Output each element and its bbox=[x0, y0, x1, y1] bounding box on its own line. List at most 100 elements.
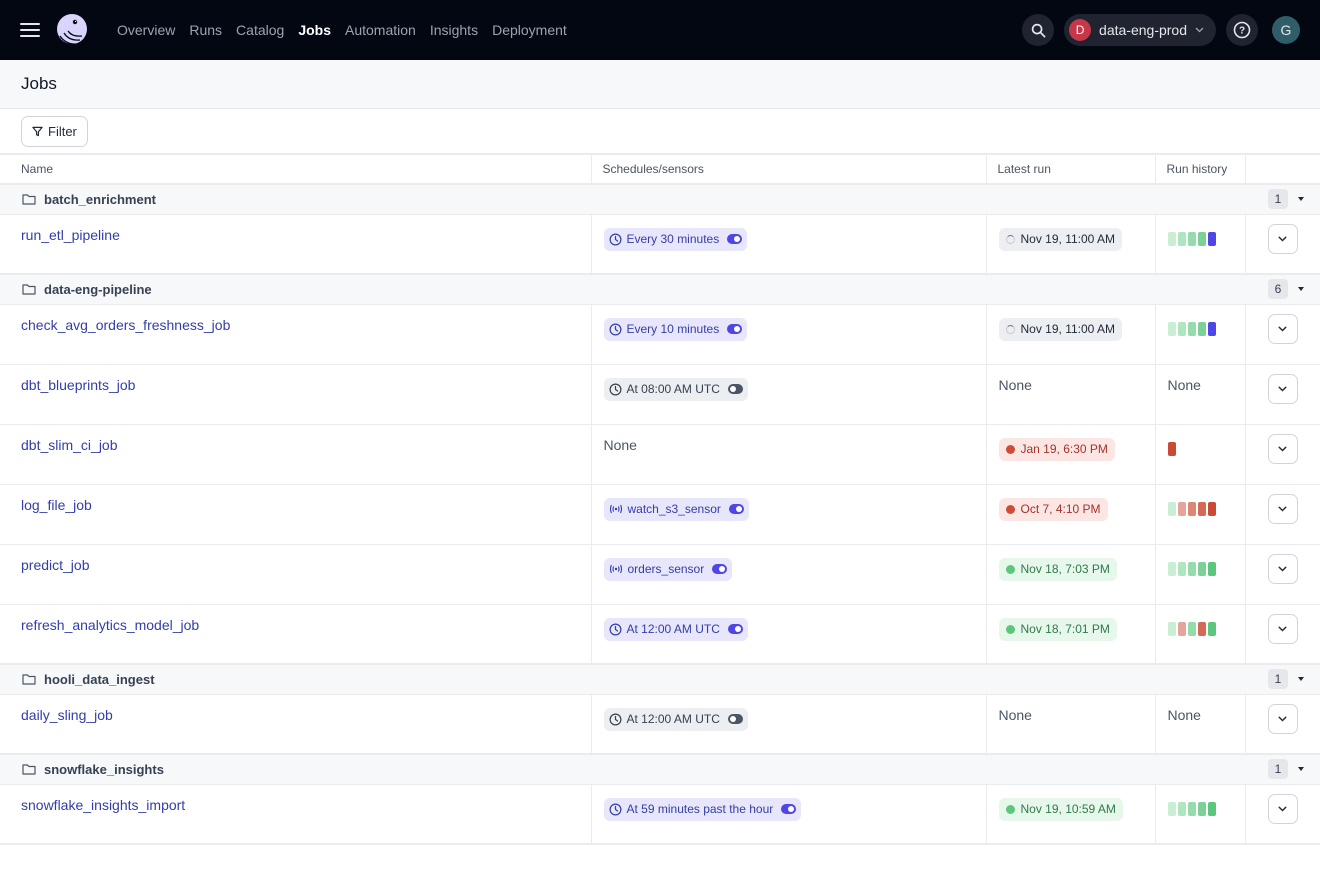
job-name-link[interactable]: run_etl_pipeline bbox=[0, 215, 591, 243]
schedule-tag[interactable]: At 12:00 AM UTC bbox=[603, 617, 748, 641]
automation-toggle[interactable] bbox=[727, 324, 743, 334]
latest-run-tag[interactable]: Nov 19, 10:59 AM bbox=[998, 797, 1123, 821]
nav-item-deployment[interactable]: Deployment bbox=[485, 22, 574, 38]
run-history-bar[interactable] bbox=[1167, 561, 1176, 576]
collapse-caret-icon[interactable] bbox=[1298, 677, 1304, 682]
sensor-tag[interactable]: orders_sensor bbox=[603, 557, 733, 581]
run-history-bar[interactable] bbox=[1177, 321, 1186, 336]
automation-toggle[interactable] bbox=[781, 804, 797, 814]
filter-button[interactable]: Filter bbox=[21, 115, 88, 147]
run-history-bar[interactable] bbox=[1177, 231, 1186, 246]
job-actions-button[interactable] bbox=[1267, 613, 1298, 644]
job-name-link[interactable]: refresh_analytics_model_job bbox=[0, 605, 591, 633]
run-history-bar[interactable] bbox=[1197, 501, 1206, 516]
job-name-link[interactable]: check_avg_orders_freshness_job bbox=[0, 305, 591, 333]
schedule-tag[interactable]: At 12:00 AM UTC bbox=[603, 707, 748, 731]
collapse-caret-icon[interactable] bbox=[1298, 767, 1304, 772]
run-history-bar[interactable] bbox=[1197, 321, 1206, 336]
schedule-tag[interactable]: At 08:00 AM UTC bbox=[603, 377, 748, 401]
automation-toggle[interactable] bbox=[727, 384, 743, 394]
run-history-bar[interactable] bbox=[1167, 441, 1176, 456]
latest-run-tag[interactable]: Oct 7, 4:10 PM bbox=[998, 497, 1108, 521]
sensor-tag[interactable]: watch_s3_sensor bbox=[603, 497, 749, 521]
dagster-logo[interactable] bbox=[54, 12, 90, 48]
job-count-badge: 1 bbox=[1268, 669, 1288, 690]
collapse-caret-icon[interactable] bbox=[1298, 197, 1304, 202]
run-history-bar[interactable] bbox=[1167, 621, 1176, 636]
run-history-bar[interactable] bbox=[1207, 621, 1216, 636]
latest-run-tag[interactable]: Nov 19, 11:00 AM bbox=[998, 317, 1122, 341]
job-actions-button[interactable] bbox=[1267, 223, 1298, 254]
group-row[interactable]: snowflake_insights 1 bbox=[0, 754, 1320, 785]
schedule-tag[interactable]: Every 30 minutes bbox=[603, 227, 748, 251]
page-header: Jobs bbox=[0, 60, 1320, 109]
job-actions-button[interactable] bbox=[1267, 373, 1298, 404]
run-history-bar[interactable] bbox=[1177, 621, 1186, 636]
job-actions-button[interactable] bbox=[1267, 553, 1298, 584]
run-history-bar[interactable] bbox=[1187, 621, 1196, 636]
latest-run-tag[interactable]: Nov 18, 7:01 PM bbox=[998, 617, 1117, 641]
nav-item-jobs[interactable]: Jobs bbox=[291, 22, 338, 38]
latest-run-tag[interactable]: Nov 18, 7:03 PM bbox=[998, 557, 1117, 581]
nav-item-runs[interactable]: Runs bbox=[182, 22, 229, 38]
run-history-bar[interactable] bbox=[1197, 621, 1206, 636]
run-history-bar[interactable] bbox=[1187, 321, 1196, 336]
run-history-bar[interactable] bbox=[1187, 801, 1196, 816]
user-avatar[interactable]: G bbox=[1272, 16, 1300, 44]
job-actions-button[interactable] bbox=[1267, 793, 1298, 824]
run-history-bar[interactable] bbox=[1207, 501, 1216, 516]
job-actions-button[interactable] bbox=[1267, 703, 1298, 734]
latest-run-tag[interactable]: Nov 19, 11:00 AM bbox=[998, 227, 1122, 251]
run-history-bar[interactable] bbox=[1197, 231, 1206, 246]
run-history-bar[interactable] bbox=[1207, 231, 1216, 246]
automation-toggle[interactable] bbox=[712, 564, 728, 574]
run-history-bar[interactable] bbox=[1167, 231, 1176, 246]
table-row: log_file_job watch_s3_sensor Oct 7, 4:10 P… bbox=[0, 484, 1320, 545]
run-history-bar[interactable] bbox=[1207, 321, 1216, 336]
run-history-bar[interactable] bbox=[1177, 561, 1186, 576]
run-history-bar[interactable] bbox=[1197, 801, 1206, 816]
job-name-link[interactable]: predict_job bbox=[0, 545, 591, 573]
run-history-bar[interactable] bbox=[1187, 501, 1196, 516]
job-name-link[interactable]: dbt_blueprints_job bbox=[0, 365, 591, 393]
schedule-tag[interactable]: Every 10 minutes bbox=[603, 317, 748, 341]
job-actions-button[interactable] bbox=[1267, 313, 1298, 344]
latest-run-tag[interactable]: Jan 19, 6:30 PM bbox=[998, 437, 1115, 461]
group-row[interactable]: batch_enrichment 1 bbox=[0, 184, 1320, 215]
deployment-switcher[interactable]: D data-eng-prod bbox=[1064, 14, 1216, 46]
automation-toggle[interactable] bbox=[727, 234, 743, 244]
nav-item-overview[interactable]: Overview bbox=[110, 22, 182, 38]
run-history-bar[interactable] bbox=[1197, 561, 1206, 576]
run-history-bar[interactable] bbox=[1167, 801, 1176, 816]
run-history-bar[interactable] bbox=[1187, 231, 1196, 246]
sensor-label: watch_s3_sensor bbox=[627, 502, 721, 516]
help-button[interactable]: ? bbox=[1226, 14, 1258, 46]
job-name-link[interactable]: daily_sling_job bbox=[0, 695, 591, 723]
job-actions-button[interactable] bbox=[1267, 493, 1298, 524]
nav-item-catalog[interactable]: Catalog bbox=[229, 22, 291, 38]
run-history-bar[interactable] bbox=[1187, 561, 1196, 576]
nav-item-insights[interactable]: Insights bbox=[423, 22, 485, 38]
run-history-bar[interactable] bbox=[1177, 501, 1186, 516]
job-name-link[interactable]: snowflake_insights_import bbox=[0, 785, 591, 813]
nav-item-automation[interactable]: Automation bbox=[338, 22, 423, 38]
svg-text:?: ? bbox=[1239, 26, 1245, 37]
run-history-bar[interactable] bbox=[1167, 501, 1176, 516]
search-button[interactable] bbox=[1022, 14, 1055, 46]
collapse-caret-icon[interactable] bbox=[1298, 287, 1304, 292]
job-actions-button[interactable] bbox=[1267, 433, 1298, 464]
run-history-bar[interactable] bbox=[1177, 801, 1186, 816]
automation-toggle[interactable] bbox=[727, 624, 743, 634]
run-history-bar[interactable] bbox=[1207, 561, 1216, 576]
group-row[interactable]: hooli_data_ingest 1 bbox=[0, 664, 1320, 695]
menu-icon[interactable] bbox=[20, 23, 40, 37]
automation-toggle[interactable] bbox=[727, 714, 743, 724]
run-history-bar[interactable] bbox=[1167, 321, 1176, 336]
schedule-tag[interactable]: At 59 minutes past the hour bbox=[603, 797, 802, 821]
run-history-bar[interactable] bbox=[1207, 801, 1216, 816]
job-name-link[interactable]: dbt_slim_ci_job bbox=[0, 425, 591, 453]
automation-toggle[interactable] bbox=[728, 504, 744, 514]
group-row[interactable]: data-eng-pipeline 6 bbox=[0, 274, 1320, 305]
filter-label: Filter bbox=[48, 123, 77, 139]
job-name-link[interactable]: log_file_job bbox=[0, 485, 591, 513]
